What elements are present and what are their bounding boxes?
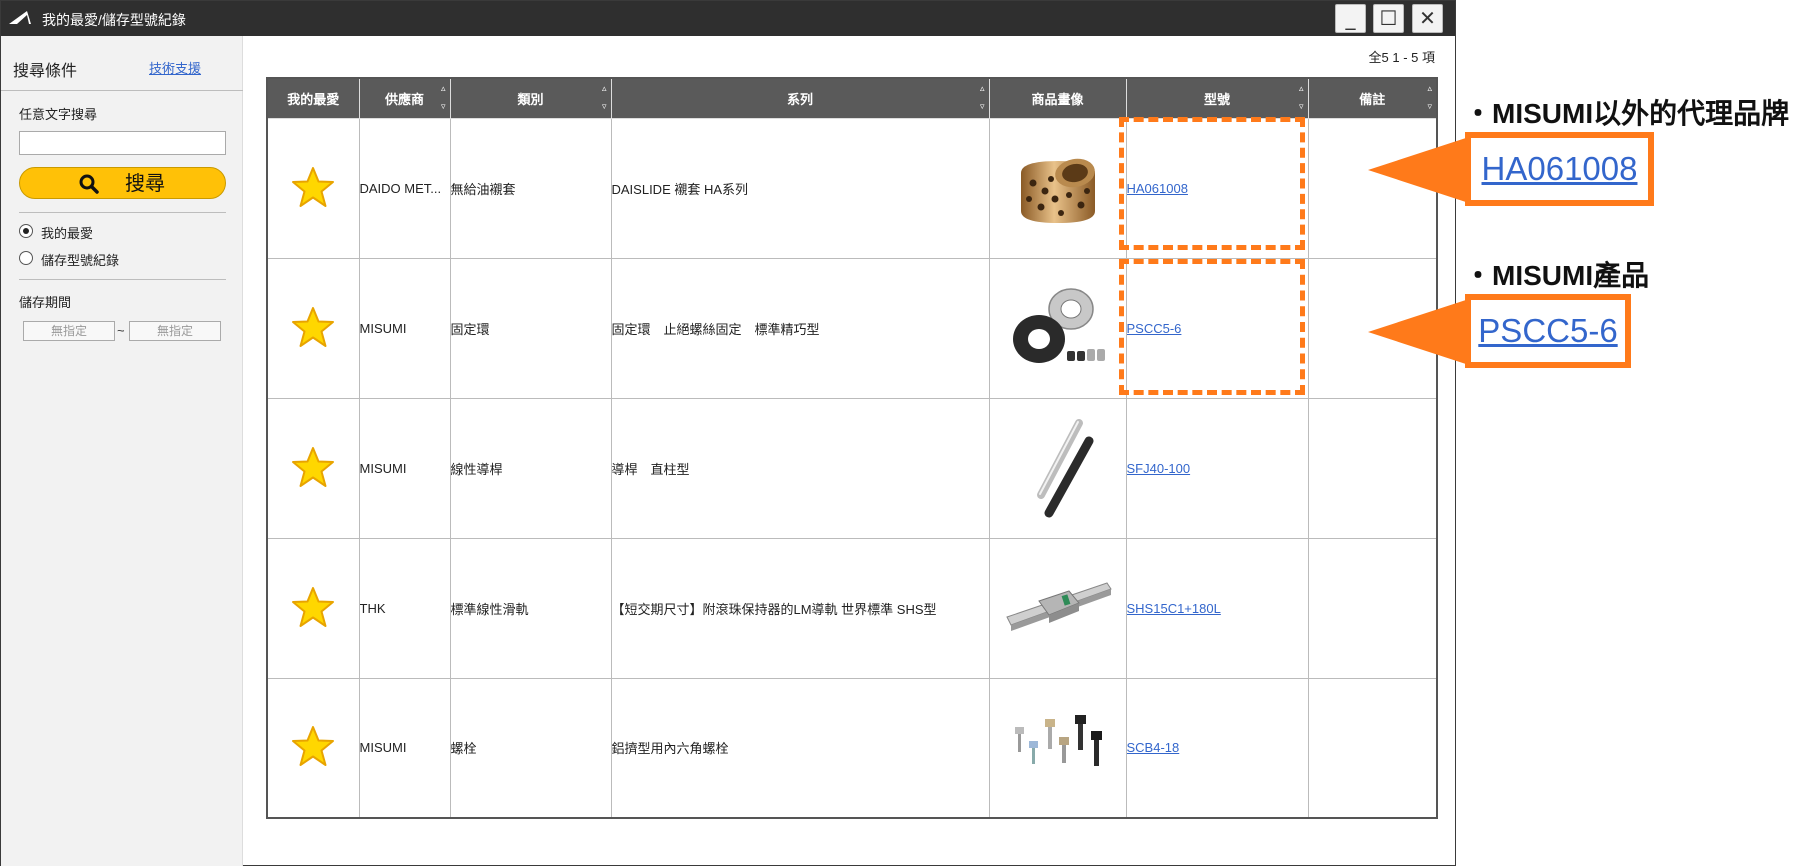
shaft-collar-image[interactable]: [1003, 273, 1113, 383]
callout-arrow-icon: [1368, 298, 1472, 366]
period-to-field[interactable]: 無指定: [129, 321, 221, 341]
model-cell: SHS15C1+180L: [1125, 537, 1309, 679]
product-image-cell: [988, 537, 1127, 679]
favorite-star-icon[interactable]: [291, 586, 335, 628]
sort-arrows-icon[interactable]: ▵ ▿: [598, 82, 607, 114]
maximize-button[interactable]: ☐: [1373, 4, 1404, 33]
search-icon: [79, 174, 99, 194]
favorite-cell: [266, 397, 360, 539]
annotation-title-misumi: ・MISUMI產品: [1464, 260, 1650, 291]
product-image-cell: [988, 257, 1127, 399]
period-label: 儲存期間: [19, 295, 72, 310]
title-bar: 我的最愛/儲存型號紀錄 _ ☐ ✕: [1, 1, 1455, 36]
table-row: MISUMI 線性導桿 導桿 直柱型 SFJ40-100: [266, 397, 1438, 539]
series-cell: DAISLIDE 襯套 HA系列: [610, 117, 990, 259]
category-cell: 線性導桿: [449, 397, 612, 539]
keyword-input[interactable]: [19, 131, 226, 155]
model-link[interactable]: SFJ40-100: [1127, 461, 1190, 476]
sort-arrows-icon[interactable]: ▵ ▿: [1295, 82, 1304, 114]
sidebar-title: 搜尋條件: [13, 63, 78, 80]
annotation-model-box: HA061008: [1465, 132, 1654, 206]
divider: [1, 90, 243, 91]
category-cell: 無給油襯套: [449, 117, 612, 259]
series-cell: 導桿 直柱型: [610, 397, 990, 539]
search-button[interactable]: 搜尋: [19, 167, 226, 199]
period-separator: ~: [117, 323, 125, 338]
period-from-field[interactable]: 無指定: [23, 321, 115, 341]
highlight-dashed-box: [1119, 117, 1305, 250]
favorite-cell: [266, 117, 360, 259]
callout-arrow-icon: [1368, 136, 1472, 204]
product-image-cell: [988, 397, 1127, 539]
supplier-cell: MISUMI: [358, 257, 451, 399]
annotation-model-link[interactable]: PSCC5-6: [1478, 312, 1617, 349]
category-cell: 固定環: [449, 257, 612, 399]
linear-shaft-image[interactable]: [1003, 413, 1113, 523]
linear-guide-image[interactable]: [1003, 553, 1113, 663]
app-window: 我的最愛/儲存型號紀錄 _ ☐ ✕ 搜尋條件 技術支援 任意文字搜尋 搜尋 我的…: [0, 0, 1456, 866]
divider: [19, 212, 226, 213]
series-cell: 固定環 止絕螺絲固定 標準精巧型: [610, 257, 990, 399]
supplier-cell: MISUMI: [358, 397, 451, 539]
favorite-star-icon[interactable]: [291, 725, 335, 767]
model-link[interactable]: SCB4-18: [1127, 740, 1179, 755]
radio-label: 儲存型號紀錄: [41, 253, 120, 268]
table-row: THK 標準線性滑軌 【短交期尺寸】附滾珠保持器的LM導軌 世界標準 SHS型 …: [266, 537, 1438, 679]
favorite-star-icon[interactable]: [291, 446, 335, 488]
favorite-cell: [266, 677, 360, 819]
support-link[interactable]: 技術支援: [149, 58, 201, 77]
sort-arrows-icon[interactable]: ▵ ▿: [976, 82, 985, 114]
result-count: 全5 1 - 5 項: [1368, 50, 1435, 65]
header-supplier[interactable]: 供應商 ▵ ▿: [358, 77, 451, 119]
header-image: 商品畫像: [988, 77, 1127, 119]
search-sidebar: 搜尋條件 技術支援 任意文字搜尋 搜尋 我的最愛 儲存型號紀錄 儲存期間 無指定…: [1, 36, 243, 866]
category-cell: 標準線性滑軌: [449, 537, 612, 679]
category-cell: 螺栓: [449, 677, 612, 819]
header-series[interactable]: 系列 ▵ ▿: [610, 77, 990, 119]
note-cell: [1307, 397, 1438, 539]
series-cell: 鋁擠型用內六角螺栓: [610, 677, 990, 819]
app-logo-icon: [9, 11, 31, 24]
note-cell: [1307, 677, 1438, 819]
model-cell: SCB4-18: [1125, 677, 1309, 819]
product-image-cell: [988, 677, 1127, 819]
header-note[interactable]: 備註 ▵ ▿: [1307, 77, 1438, 119]
favorite-cell: [266, 257, 360, 399]
radio-label: 我的最愛: [41, 226, 94, 241]
close-button[interactable]: ✕: [1412, 4, 1443, 33]
header-category[interactable]: 類別 ▵ ▿: [449, 77, 612, 119]
supplier-cell: THK: [358, 537, 451, 679]
annotation-title-other-brand: ・MISUMI以外的代理品牌: [1464, 98, 1790, 129]
annotation-model-link[interactable]: HA061008: [1482, 150, 1638, 187]
model-cell: SFJ40-100: [1125, 397, 1309, 539]
sort-arrows-icon[interactable]: ▵ ▿: [1423, 82, 1432, 114]
sort-arrows-icon[interactable]: ▵ ▿: [437, 82, 446, 114]
bronze-bushing-image[interactable]: [1003, 133, 1113, 243]
keyword-label: 任意文字搜尋: [19, 107, 98, 122]
table-header-row: 我的最愛 供應商 ▵ ▿ 類別 ▵ ▿ 系列 ▵ ▿ 商品畫像 型號 ▵ ▿ 備註 ▵ ▿: [266, 77, 1438, 119]
divider: [19, 279, 226, 280]
supplier-cell: DAIDO MET...: [358, 117, 451, 259]
header-model[interactable]: 型號 ▵ ▿: [1125, 77, 1309, 119]
favorite-cell: [266, 537, 360, 679]
table-row: MISUMI 螺栓 鋁擠型用內六角螺栓 SCB4-18: [266, 677, 1438, 819]
radio-button-selected[interactable]: [19, 224, 33, 238]
favorite-star-icon[interactable]: [291, 306, 335, 348]
annotation-model-box: PSCC5-6: [1465, 294, 1631, 368]
series-cell: 【短交期尺寸】附滾珠保持器的LM導軌 世界標準 SHS型: [610, 537, 990, 679]
window-title: 我的最愛/儲存型號紀錄: [42, 12, 186, 28]
note-cell: [1307, 537, 1438, 679]
supplier-cell: MISUMI: [358, 677, 451, 819]
minimize-button[interactable]: _: [1335, 4, 1366, 33]
search-button-label: 搜尋: [125, 171, 165, 195]
highlight-dashed-box: [1119, 259, 1305, 395]
header-favorite: 我的最愛: [266, 77, 360, 119]
favorite-star-icon[interactable]: [291, 166, 335, 208]
product-image-cell: [988, 117, 1127, 259]
model-link[interactable]: SHS15C1+180L: [1127, 601, 1221, 616]
radio-button[interactable]: [19, 251, 33, 265]
hex-bolts-image[interactable]: [1003, 693, 1113, 803]
